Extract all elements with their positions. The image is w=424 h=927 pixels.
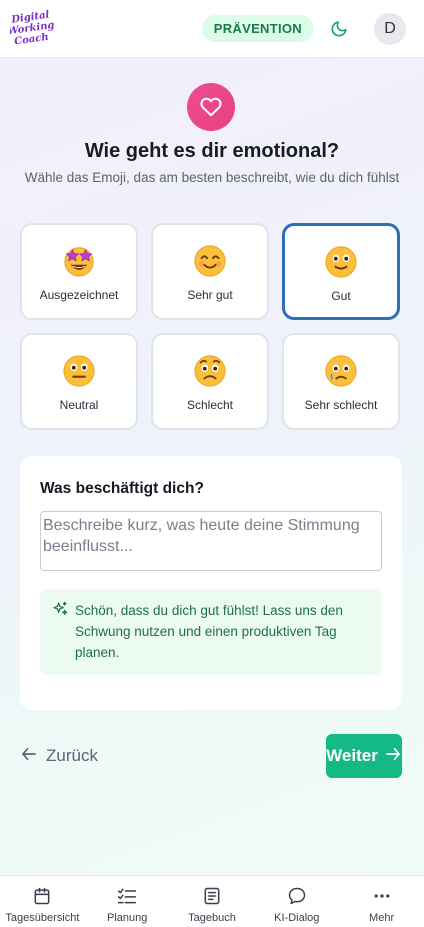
nav-label: Tagesübersicht [5, 912, 80, 924]
prevention-badge: PRÄVENTION [201, 15, 314, 42]
app-header: Digital Working Coach PRÄVENTION D [0, 0, 424, 58]
hint-text: Schön, dass du dich gut fühlst! Lass uns… [75, 603, 343, 660]
nav-label: KI-Dialog [274, 912, 320, 924]
moon-icon[interactable] [328, 18, 350, 40]
avatar[interactable]: D [374, 12, 406, 45]
nav-label: Mehr [369, 912, 395, 924]
page-subtitle: Wähle das Emoji, das am besten beschreib… [24, 170, 400, 185]
mood-option-schlecht[interactable]: Schlecht [151, 333, 269, 430]
back-button[interactable]: Zurück [20, 744, 98, 768]
crying-face-emoji-icon [325, 355, 357, 387]
bottom-navigation: Tagesübersicht Planung Tagebuch KI-Dialo… [0, 875, 424, 927]
nav-item-tagesuebersicht[interactable]: Tagesübersicht [0, 876, 85, 927]
worried-face-emoji-icon [194, 355, 226, 387]
checklist-icon [116, 885, 138, 907]
star-struck-emoji-icon [64, 247, 94, 277]
mood-option-ausgezeichnet[interactable]: Ausgezeichnet [20, 223, 138, 320]
mood-option-gut[interactable]: Gut [282, 223, 400, 320]
slightly-smiling-face-emoji-icon [325, 246, 357, 278]
nav-item-planung[interactable]: Planung [85, 876, 170, 927]
more-dots-icon [371, 885, 393, 907]
smiling-face-emoji-icon [194, 245, 226, 277]
mood-option-sehr-schlecht[interactable]: Sehr schlecht [282, 333, 400, 430]
concern-title: Was beschäftigt dich? [40, 480, 204, 497]
mood-label: Gut [331, 289, 351, 303]
app-logo[interactable]: Digital Working Coach [10, 9, 56, 49]
mood-option-neutral[interactable]: Neutral [20, 333, 138, 430]
neutral-face-emoji-icon [63, 355, 95, 387]
nav-label: Planung [107, 912, 148, 924]
page-title: Wie geht es dir emotional? [84, 140, 340, 162]
next-label: Weiter [326, 746, 378, 765]
calendar-icon [32, 885, 52, 907]
mood-label: Neutral [59, 398, 99, 412]
chat-bubble-icon [287, 885, 307, 907]
mood-option-sehr-gut[interactable]: Sehr gut [151, 223, 269, 320]
heart-icon [187, 83, 235, 131]
nav-label: Tagebuch [188, 912, 236, 924]
encouragement-hint: Schön, dass du dich gut fühlst! Lass uns… [40, 589, 382, 675]
mood-label: Ausgezeichnet [39, 288, 119, 302]
arrow-left-icon [20, 745, 38, 768]
nav-item-tagebuch[interactable]: Tagebuch [170, 876, 255, 927]
back-label: Zurück [46, 746, 98, 765]
mood-label: Sehr gut [187, 288, 233, 302]
mood-label: Sehr schlecht [304, 398, 378, 412]
mood-label: Schlecht [186, 398, 234, 412]
next-button[interactable]: Weiter [326, 734, 402, 778]
sparkle-icon [52, 601, 68, 623]
arrow-right-icon [384, 745, 402, 768]
book-icon [202, 885, 222, 907]
concern-panel: Was beschäftigt dich? Schön, dass du dic… [20, 456, 402, 710]
concern-input[interactable] [40, 511, 382, 571]
nav-item-ki-dialog[interactable]: KI-Dialog [254, 876, 339, 927]
nav-item-mehr[interactable]: Mehr [339, 876, 424, 927]
